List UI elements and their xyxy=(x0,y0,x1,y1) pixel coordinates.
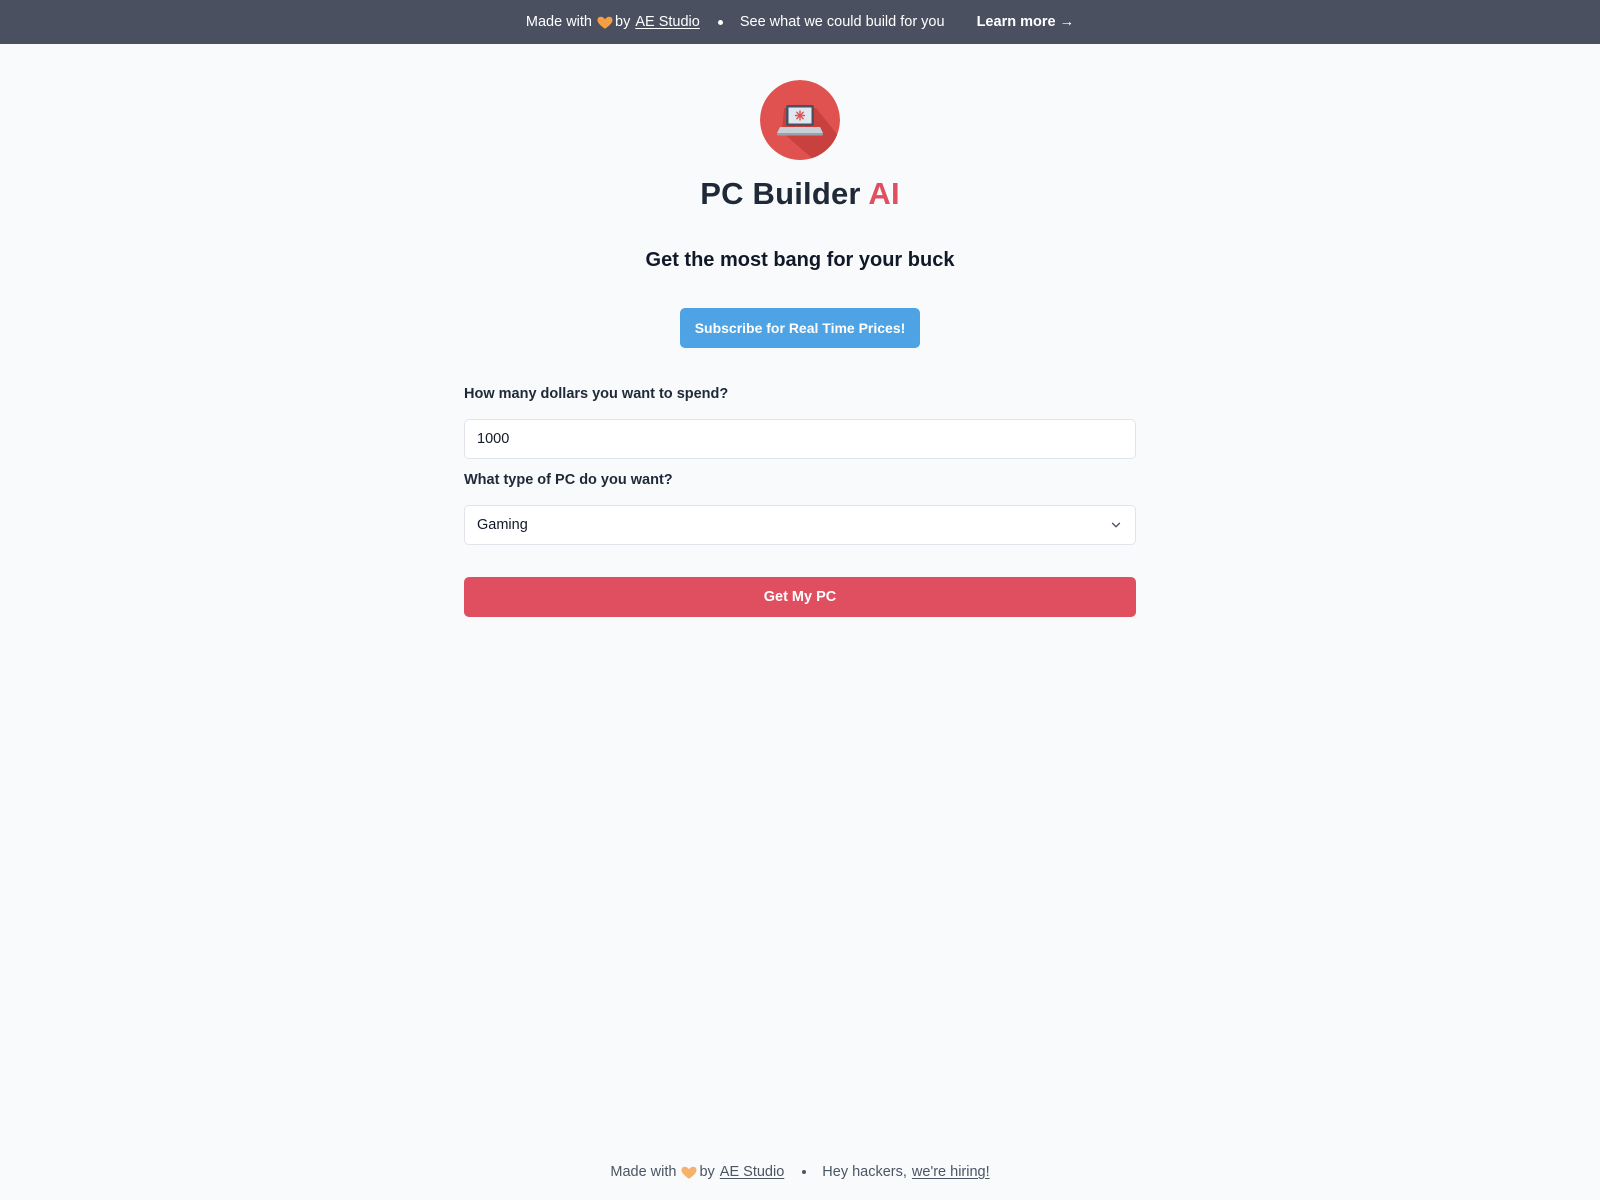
banner-pitch-text: See what we could build for you xyxy=(739,14,945,30)
page-title: PC Builder AI xyxy=(0,176,1600,212)
banner-made-with: Made with by AE Studio xyxy=(526,13,700,31)
banner-ae-studio-link[interactable]: AE Studio xyxy=(635,14,700,30)
pc-type-select[interactable]: Gaming xyxy=(464,505,1136,545)
banner-made-with-text: Made with xyxy=(525,14,592,30)
footer-separator-dot xyxy=(802,1170,807,1174)
chevron-down-icon xyxy=(1111,522,1121,528)
subscribe-button[interactable]: Subscribe for Real Time Prices! xyxy=(680,308,920,348)
banner-separator-dot xyxy=(717,19,723,25)
learn-more-link[interactable]: Learn more → xyxy=(977,14,1075,30)
title-accent: AI xyxy=(868,176,900,211)
tagline: Get the most bang for your buck xyxy=(645,249,955,271)
pc-type-label: What type of PC do you want? xyxy=(464,472,673,488)
pc-type-selected-value: Gaming xyxy=(477,517,528,533)
heart-icon xyxy=(596,13,614,31)
title-main: PC Builder xyxy=(700,176,861,211)
budget-label: How many dollars you want to spend? xyxy=(464,386,729,402)
logo xyxy=(760,80,840,160)
hiring-link[interactable]: we're hiring! xyxy=(912,1164,990,1180)
footer-by-text: by xyxy=(699,1164,715,1180)
budget-input[interactable] xyxy=(464,419,1136,459)
footer-made-with-text: Made with xyxy=(610,1164,677,1180)
footer: Made with by AE Studio Hey hackers, we'r… xyxy=(0,1160,1600,1184)
footer-hackers-text: Hey hackers, xyxy=(822,1164,907,1180)
footer-ae-studio-link[interactable]: AE Studio xyxy=(720,1164,785,1180)
banner-by-text: by xyxy=(615,14,631,30)
get-my-pc-button[interactable]: Get My PC xyxy=(464,577,1136,617)
heart-icon xyxy=(680,1163,698,1181)
laptop-icon xyxy=(760,80,840,160)
top-banner: Made with by AE Studio See what we could… xyxy=(0,0,1600,44)
